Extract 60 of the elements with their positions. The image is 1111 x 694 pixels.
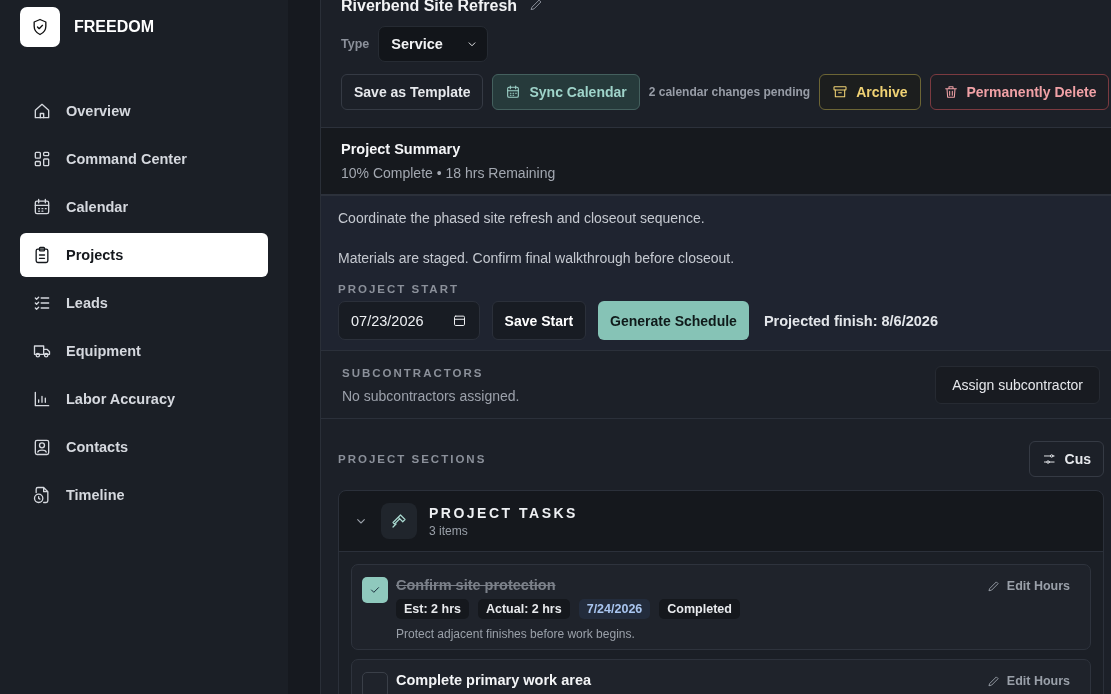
task-note: Protect adjacent finishes before work begins.	[396, 627, 636, 641]
info-tag: Completed	[659, 599, 740, 619]
description-text: Coordinate the phased site refresh and closeout sequence.	[338, 210, 706, 226]
edit-hours-link[interactable]: Edit Hours	[986, 672, 1070, 694]
task-title: Confirm site protection	[396, 577, 557, 593]
pencil-icon	[986, 674, 1001, 688]
sidebar-item[interactable]: Calendar	[20, 185, 268, 229]
sidebar-item[interactable]: Labor Accuracy	[20, 377, 268, 421]
bar-chart-icon	[32, 389, 52, 409]
sidebar-item[interactable]: Contacts	[20, 425, 268, 469]
sidebar-item[interactable]: Overview	[20, 89, 268, 133]
save-start-button[interactable]: Save Start	[491, 301, 587, 340]
calendar-icon	[32, 197, 52, 217]
section-label: SUBCONTRACTORS	[342, 366, 485, 379]
section-label: PROJECT SECTIONS	[338, 453, 487, 465]
pending-note: 2 calendar changes pending	[648, 85, 811, 99]
contact-card-icon	[32, 437, 52, 457]
template-button[interactable]: Save as Template	[341, 74, 484, 110]
section-label: PROJECT START	[338, 283, 460, 295]
file-clock-icon	[32, 485, 52, 505]
type-label: Type	[341, 37, 370, 51]
item-count: 3 items	[429, 523, 469, 538]
hammer-icon	[381, 503, 417, 539]
summary-title: Project Summary	[341, 141, 462, 157]
trash-icon	[942, 84, 959, 100]
delete-button[interactable]: Permanently Delete	[929, 74, 1110, 110]
archive-icon	[832, 84, 849, 100]
projected-finish: Projected finish: 8/6/2026	[763, 312, 938, 329]
calendar-icon	[505, 84, 522, 100]
sync-button[interactable]: Sync Calendar	[492, 74, 640, 110]
empty-message: No subcontractors assigned.	[342, 387, 520, 404]
progress-text: 10% Complete • 18 hrs Remaining	[341, 165, 557, 181]
group-title: PROJECT TASKS	[429, 504, 578, 521]
date-tag: 7/24/2026	[578, 599, 651, 619]
info-tag: Est: 2 hrs	[396, 599, 469, 619]
sidebar-item[interactable]: Command Center	[20, 137, 268, 181]
sidebar-item[interactable]: Projects	[20, 233, 268, 277]
archive-button[interactable]: Archive	[819, 74, 921, 110]
checklist-icon	[32, 293, 52, 313]
project-title: Riverbend Site Refresh	[341, 0, 518, 12]
type-select[interactable]: Service	[378, 26, 488, 62]
pencil-icon	[986, 579, 1001, 593]
sidebar-item[interactable]: Equipment	[20, 329, 268, 373]
checkbox[interactable]	[362, 672, 388, 694]
info-tag: Actual: 2 hrs	[477, 599, 570, 619]
task-title: Complete primary work area	[396, 672, 593, 688]
home-icon	[32, 101, 52, 121]
grid-icon	[32, 149, 52, 169]
brand-name: FREEDOM	[74, 18, 154, 36]
assign-subcontractor-button[interactable]: Assign subcontractor	[935, 366, 1100, 404]
customize-button[interactable]: Cus	[1029, 441, 1104, 477]
checkbox[interactable]	[362, 577, 388, 603]
sidebar-item[interactable]: Timeline	[20, 473, 268, 517]
edit-hours-link[interactable]: Edit Hours	[986, 577, 1070, 599]
sidebar-item[interactable]: Leads	[20, 281, 268, 325]
calendar-icon	[451, 313, 467, 328]
generate-schedule-button[interactable]: Generate Schedule	[598, 301, 749, 340]
sliders-icon	[1042, 451, 1057, 467]
date-field[interactable]: 07/23/2026	[338, 301, 480, 340]
description-text: Materials are staged. Confirm final walkthrough before closeout.	[338, 250, 736, 266]
